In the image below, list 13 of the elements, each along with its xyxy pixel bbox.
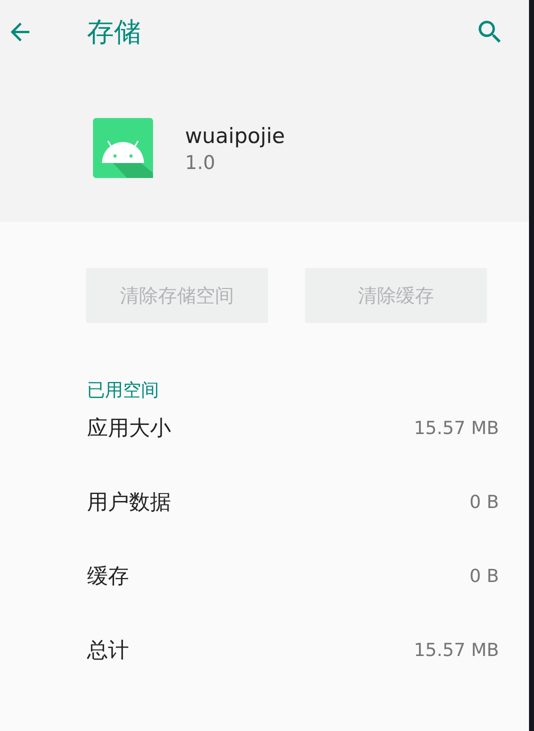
app-version: 1.0 <box>185 152 216 174</box>
toolbar-title: 存储 <box>87 16 142 50</box>
row-label: 总计 <box>87 637 129 664</box>
row-label: 用户数据 <box>87 489 171 516</box>
row-label: 应用大小 <box>87 415 171 442</box>
row-value: 0 B <box>469 492 499 512</box>
row-value: 15.57 MB <box>414 640 499 660</box>
section-header: 已用空间 <box>87 379 160 402</box>
app-name: wuaipojie <box>185 124 285 148</box>
android-app-icon <box>93 118 153 180</box>
row-label: 缓存 <box>87 563 129 590</box>
row-value: 15.57 MB <box>414 418 499 438</box>
row-value: 0 B <box>469 566 499 586</box>
